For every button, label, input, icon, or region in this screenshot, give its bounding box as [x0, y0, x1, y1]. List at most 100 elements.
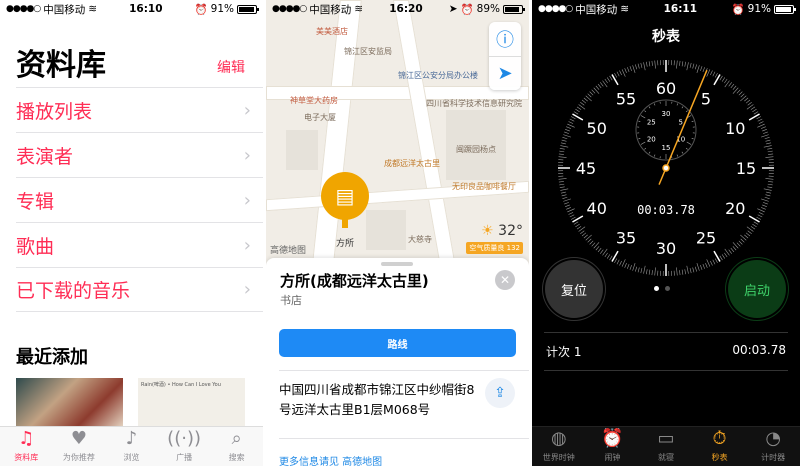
- dial-tick: [761, 134, 769, 138]
- dial-tick: [587, 93, 592, 98]
- dial-tick: [684, 269, 686, 275]
- carrier-label: 中国移动: [575, 3, 618, 16]
- tab-radio[interactable]: ((·)) 广播: [158, 427, 211, 466]
- poi-pharmacy[interactable]: 神草堂大药房: [290, 95, 338, 106]
- dial-tick: [756, 116, 762, 120]
- tab-alarm[interactable]: ⏰ 闹钟: [586, 427, 640, 466]
- map-view[interactable]: 美美酒店 锦江区安监局 锦江区公安分局办公楼 神草堂大药房 电子大厦 四川省科学…: [266, 0, 529, 262]
- sheet-grabber[interactable]: [381, 262, 413, 266]
- poi-police-office[interactable]: 锦江区公安分局办公楼: [398, 70, 478, 81]
- album-cover[interactable]: [16, 378, 123, 428]
- dial-tick: [583, 97, 588, 102]
- poi-garden[interactable]: 闽蹶园杨点: [456, 144, 496, 155]
- dial-tick: [748, 215, 760, 223]
- list-item-artists[interactable]: 表演者 ›: [16, 132, 263, 177]
- poi-cafe[interactable]: 无印良品咖啡餐厅: [452, 181, 516, 192]
- dial-tick: [561, 139, 567, 142]
- share-button[interactable]: ⇪: [485, 378, 515, 408]
- list-item-songs[interactable]: 歌曲 ›: [16, 222, 263, 267]
- signal-icon: ●●●●○: [272, 4, 307, 14]
- dial-tick: [570, 216, 576, 220]
- bookstore-pin-icon[interactable]: ▤: [321, 172, 369, 228]
- dial-number: 45: [576, 159, 596, 178]
- chevron-right-icon: ›: [243, 189, 251, 211]
- dial-tick: [705, 263, 708, 268]
- start-button[interactable]: 启动: [728, 260, 786, 318]
- bed-icon: ▭: [657, 428, 675, 449]
- dial-tick: [719, 255, 723, 261]
- dial-number: 50: [587, 119, 607, 138]
- dial-tick: [604, 78, 608, 84]
- info-icon[interactable]: ⓘ: [489, 22, 521, 56]
- dial-tick: [752, 223, 757, 228]
- dial-tick: [568, 121, 574, 124]
- dial-tick: [651, 270, 653, 276]
- dial-tick: [679, 270, 681, 276]
- dial-tick: [700, 264, 703, 270]
- dial-number: 10: [725, 119, 745, 138]
- list-item-label: 专辑: [16, 190, 55, 213]
- dial-tick: [719, 75, 723, 81]
- status-bar: ●●●●○ 中国移动 ≋ 16:11 ⏰ 91%: [532, 0, 800, 18]
- dial-tick: [561, 194, 567, 197]
- dial-tick: [758, 121, 764, 124]
- poi-building[interactable]: 电子大厦: [304, 112, 336, 123]
- reset-button[interactable]: 复位: [545, 260, 603, 318]
- hand-pivot: [662, 164, 670, 172]
- location-arrow-icon[interactable]: ➤: [489, 56, 521, 90]
- dial-tick: [694, 64, 697, 70]
- dial-tick: [730, 83, 735, 89]
- poi-taikoo-li[interactable]: 成都远洋太古里: [384, 158, 440, 169]
- tab-library[interactable]: ♫ 资料库: [0, 427, 53, 466]
- dial-tick: [710, 260, 713, 266]
- chevron-right-icon: ›: [243, 99, 251, 121]
- page-indicator[interactable]: [654, 286, 670, 291]
- tab-bar: ◍ 世界时钟 ⏰ 闹钟 ▭ 就寝 ⏱ 秒表 ◔ 计时器: [532, 426, 800, 466]
- tab-browse[interactable]: ♪ 浏览: [105, 427, 158, 466]
- poi-temple[interactable]: 大慈寺: [408, 234, 432, 245]
- more-info-link[interactable]: 更多信息请见 高德地图: [279, 453, 382, 466]
- sub-dial-number: 30: [662, 110, 671, 118]
- battery-percent: 91%: [210, 3, 234, 15]
- directions-button[interactable]: 路线: [279, 329, 516, 357]
- dial-tick: [632, 65, 636, 73]
- tab-timer[interactable]: ◔ 计时器: [746, 427, 800, 466]
- lap-list: 计次 1 00:03.78: [544, 332, 788, 371]
- tab-bar: ♫ 资料库 ♥ 为你推荐 ♪ 浏览 ((·)) 广播 ⌕ 搜索: [0, 426, 263, 466]
- poi-safety-bureau[interactable]: 锦江区安监局: [344, 46, 392, 57]
- dial-tick: [761, 198, 769, 202]
- tab-label: 为你推荐: [62, 453, 95, 462]
- place-category: 书店: [280, 294, 302, 307]
- dial-tick: [559, 183, 565, 186]
- dial-tick: [621, 69, 626, 77]
- dial-tick: [714, 72, 718, 78]
- sub-dial-tick: [681, 151, 684, 154]
- dial-tick: [757, 208, 765, 213]
- poi-institute[interactable]: 四川省科学技术信息研究院: [426, 98, 522, 109]
- poi-hotel[interactable]: 美美酒店: [316, 26, 348, 37]
- dial-tick: [762, 129, 767, 132]
- dial-tick: [629, 66, 632, 72]
- dial-tick: [712, 71, 716, 77]
- dial-tick: [567, 123, 575, 128]
- tab-search[interactable]: ⌕ 搜索: [210, 427, 263, 466]
- status-bar: ●●●●○ 中国移动 ≋ 16:20 ➤ ⏰ 89%: [266, 0, 529, 18]
- tab-world-clock[interactable]: ◍ 世界时钟: [532, 427, 586, 466]
- alarm-clock-icon: ⏰: [601, 428, 624, 449]
- list-item-albums[interactable]: 专辑 ›: [16, 177, 263, 222]
- dial-tick: [694, 266, 697, 272]
- dial-tick: [558, 156, 567, 158]
- edit-button[interactable]: 编辑: [217, 57, 245, 77]
- status-bar: ●●●●○ 中国移动 ≋ 16:10 ⏰ 91%: [0, 0, 263, 18]
- dial-tick: [766, 142, 772, 145]
- tab-stopwatch[interactable]: ⏱ 秒表: [693, 427, 747, 466]
- dial-number: 25: [696, 228, 716, 247]
- album-cover[interactable]: Rain(啤酒) • How Can I Love You: [138, 378, 245, 428]
- list-item-downloaded[interactable]: 已下载的音乐 ›: [16, 267, 263, 312]
- close-button[interactable]: ✕: [495, 270, 515, 290]
- tab-for-you[interactable]: ♥ 为你推荐: [53, 427, 106, 466]
- signal-icon: ●●●●○: [538, 4, 573, 14]
- list-item-playlists[interactable]: 播放列表 ›: [16, 87, 263, 132]
- dial-tick: [740, 93, 745, 98]
- tab-bedtime[interactable]: ▭ 就寝: [639, 427, 693, 466]
